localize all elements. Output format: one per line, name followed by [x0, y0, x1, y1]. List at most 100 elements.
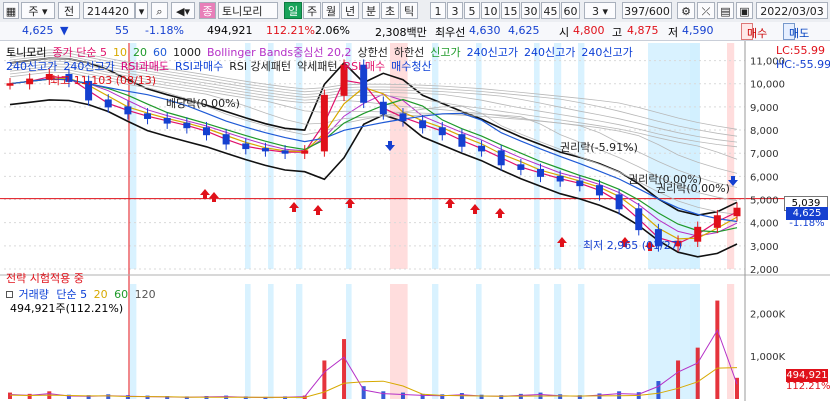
rights-annotation: 권리락(-5.91%) [560, 141, 638, 154]
volume-bar [617, 391, 622, 399]
signal-highlight [296, 284, 303, 399]
signal-highlight [432, 284, 439, 399]
sell-button-label: 매도 [789, 27, 810, 40]
tab-interval-1-label: 1 [434, 5, 442, 18]
high-annotation: 최고 11,103 (08/13) [50, 74, 157, 87]
high-label: 고 [612, 26, 623, 39]
tab-period-week-label: 주 [306, 5, 318, 18]
strategy-label: 전략 시험적용 중 [6, 272, 84, 285]
signal-highlight [346, 284, 352, 399]
chart-svg[interactable]: 11,00010,0009,0008,0007,0006,0005,0004,0… [0, 41, 830, 401]
volume-bar [558, 394, 563, 399]
stock-code-input[interactable]: 214420 [83, 2, 135, 19]
price-change-pct: -1.18% [145, 24, 184, 37]
search-icon[interactable]: ⌕ [151, 2, 168, 19]
lock-icon[interactable]: ▤ [717, 2, 734, 19]
chart-background [0, 41, 830, 401]
buy-button[interactable]: 매수 [741, 23, 767, 40]
tab-period-month-label: 월 [325, 5, 337, 18]
stock-name: 토니모리 [218, 2, 278, 19]
tab-interval-15[interactable]: 15 [501, 2, 520, 19]
type-select-label: 주 [28, 5, 39, 18]
price-axis-label: 2,000 [750, 265, 779, 276]
tab-interval-5[interactable]: 5 [464, 2, 480, 19]
candle-body [556, 175, 564, 182]
candle-body [733, 207, 741, 217]
priority-ask: 4,630 [469, 24, 501, 37]
candle-body [399, 113, 407, 122]
date-field[interactable]: 2022/03/03 [756, 2, 828, 19]
page-count-text: 397/600 [624, 5, 670, 18]
tab-interval-30-label: 30 [523, 5, 538, 18]
date-field-value: 2022/03/03 [760, 5, 824, 18]
type-select[interactable]: 주 ▾ [21, 2, 55, 19]
rights3-annotation: 권리락(0.00%) [656, 182, 730, 195]
candle-body [635, 208, 643, 231]
page-count: 397/600 [622, 2, 672, 19]
save-icon[interactable]: ▣ [736, 2, 753, 19]
high-price: 4,875 [627, 24, 659, 37]
tab-interval-10[interactable]: 10 [481, 2, 500, 19]
tab-period-second[interactable]: 초 [381, 2, 399, 19]
volume-bar [715, 300, 720, 399]
mode-select[interactable]: 전 [58, 2, 80, 19]
chart-tool-icon[interactable]: ⤫ [697, 2, 715, 19]
legend-line1-item: 240신고가 [466, 46, 518, 59]
tab-period-tick-label: 틱 [403, 5, 415, 18]
candle-body [458, 134, 466, 147]
signal-highlight [554, 284, 562, 399]
open-price: 4,800 [573, 24, 605, 37]
stock-code-value: 214420 [87, 5, 129, 18]
signal-highlight [534, 284, 540, 399]
tab-period-year[interactable]: 년 [341, 2, 359, 19]
volume-bar [342, 339, 347, 399]
interval-input-value: 3 [591, 5, 599, 18]
buy-button-label: 매수 [747, 27, 768, 40]
tab-interval-30[interactable]: 30 [521, 2, 540, 19]
candle-body [183, 122, 191, 129]
tab-period-day[interactable]: 일 [284, 2, 302, 19]
settings-icon[interactable]: ⚙ [677, 2, 695, 19]
volume-bar [656, 381, 661, 399]
tab-interval-3[interactable]: 3 [447, 2, 463, 19]
volume-bar [27, 393, 32, 399]
volume-bar [479, 394, 484, 399]
tab-interval-60[interactable]: 60 [561, 2, 580, 19]
tab-period-week[interactable]: 주 [303, 2, 321, 19]
low-annotation: 최저 2,965 (01/27) [583, 239, 683, 252]
price-axis-label: 9,000 [750, 103, 779, 114]
volume-axis-label: 1,000K [750, 352, 786, 363]
tab-interval-1[interactable]: 1 [430, 2, 446, 19]
signal-highlight [476, 284, 482, 399]
legend-line2-item: 약세패턴 [297, 60, 338, 73]
interval-input[interactable]: 3 ▾ [584, 2, 616, 19]
legend-line2-item: RSI 매수 [343, 60, 386, 73]
volume-bar [322, 360, 327, 399]
tab-period-tick[interactable]: 틱 [400, 2, 418, 19]
volume-legend-swatch [6, 291, 13, 298]
stock-code-dropdown[interactable]: ▾ [135, 2, 148, 19]
tab-interval-60-label: 60 [563, 5, 578, 18]
down-arrow-icon: ▼ [60, 24, 69, 37]
signal-highlight [245, 284, 251, 399]
menu-icon[interactable]: ▦ [3, 2, 19, 19]
price-axis-label: 10,000 [750, 80, 785, 91]
tab-interval-3-label: 3 [451, 5, 459, 18]
chart-area[interactable]: 11,000 10,000 9,000 8,000 7,000 6,000 5,000 4,0… [0, 41, 830, 401]
volume-bar [400, 392, 405, 399]
tab-period-month[interactable]: 월 [322, 2, 340, 19]
current-price: 4,625 [22, 24, 54, 37]
open-label: 시 [559, 26, 570, 39]
candle-body [104, 99, 112, 108]
candle-body [261, 148, 269, 152]
tab-period-minute[interactable]: 분 [362, 2, 380, 19]
change-box: -1.18% [789, 218, 825, 229]
sound-icon[interactable]: ◀▾ [171, 2, 195, 19]
candle-body [517, 164, 525, 170]
tab-interval-45[interactable]: 45 [541, 2, 560, 19]
sell-button[interactable]: 매도 [783, 23, 809, 40]
candle-body [202, 127, 210, 136]
price-change: 55 [115, 24, 129, 37]
stock-badge-icon: 종 [199, 2, 216, 19]
mode-select-label: 전 [63, 5, 75, 18]
